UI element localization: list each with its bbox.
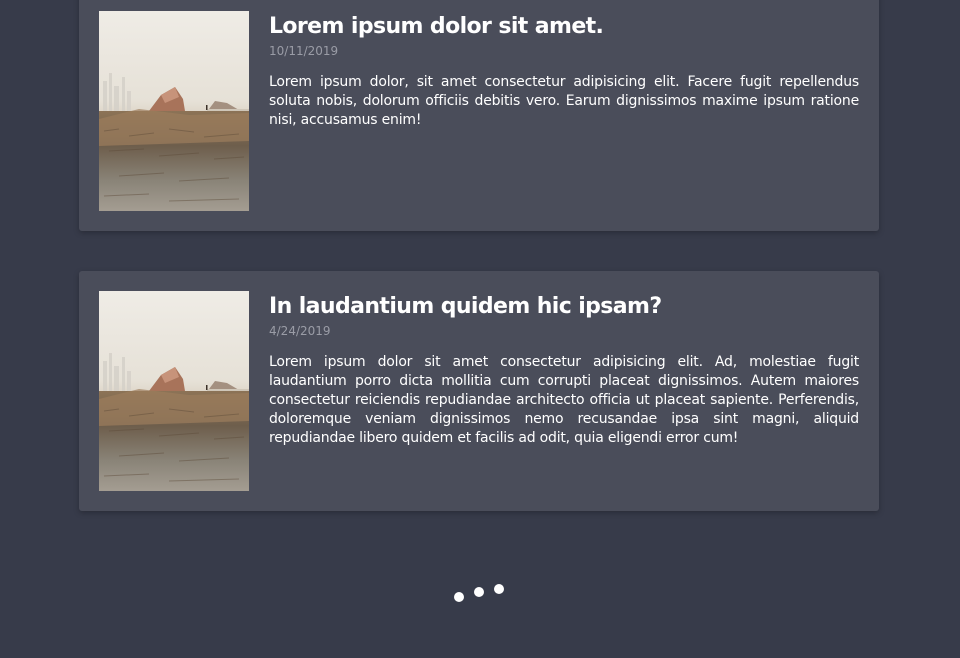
post-body: In laudantium quidem hic ipsam? 4/24/201… xyxy=(269,291,859,448)
post-card[interactable]: Lorem ipsum dolor sit amet. 10/11/2019 L… xyxy=(79,0,879,231)
post-date: 4/24/2019 xyxy=(269,324,331,338)
loader-dot xyxy=(494,584,504,594)
loader-dot xyxy=(454,592,464,602)
loader-dot xyxy=(474,587,484,597)
post-title[interactable]: In laudantium quidem hic ipsam? xyxy=(269,291,859,323)
loading-dots-icon xyxy=(452,582,508,606)
post-excerpt: Lorem ipsum dolor sit amet consectetur a… xyxy=(269,354,859,446)
post-thumbnail-image[interactable] xyxy=(99,11,249,211)
post-excerpt: Lorem ipsum dolor, sit amet consectetur … xyxy=(269,74,859,128)
post-date: 10/11/2019 xyxy=(269,44,339,58)
post-body: Lorem ipsum dolor sit amet. 10/11/2019 L… xyxy=(269,11,859,130)
post-card[interactable]: In laudantium quidem hic ipsam? 4/24/201… xyxy=(79,271,879,511)
post-thumbnail-image[interactable] xyxy=(99,291,249,491)
post-title[interactable]: Lorem ipsum dolor sit amet. xyxy=(269,11,859,43)
post-feed: Lorem ipsum dolor sit amet. 10/11/2019 L… xyxy=(0,0,960,658)
